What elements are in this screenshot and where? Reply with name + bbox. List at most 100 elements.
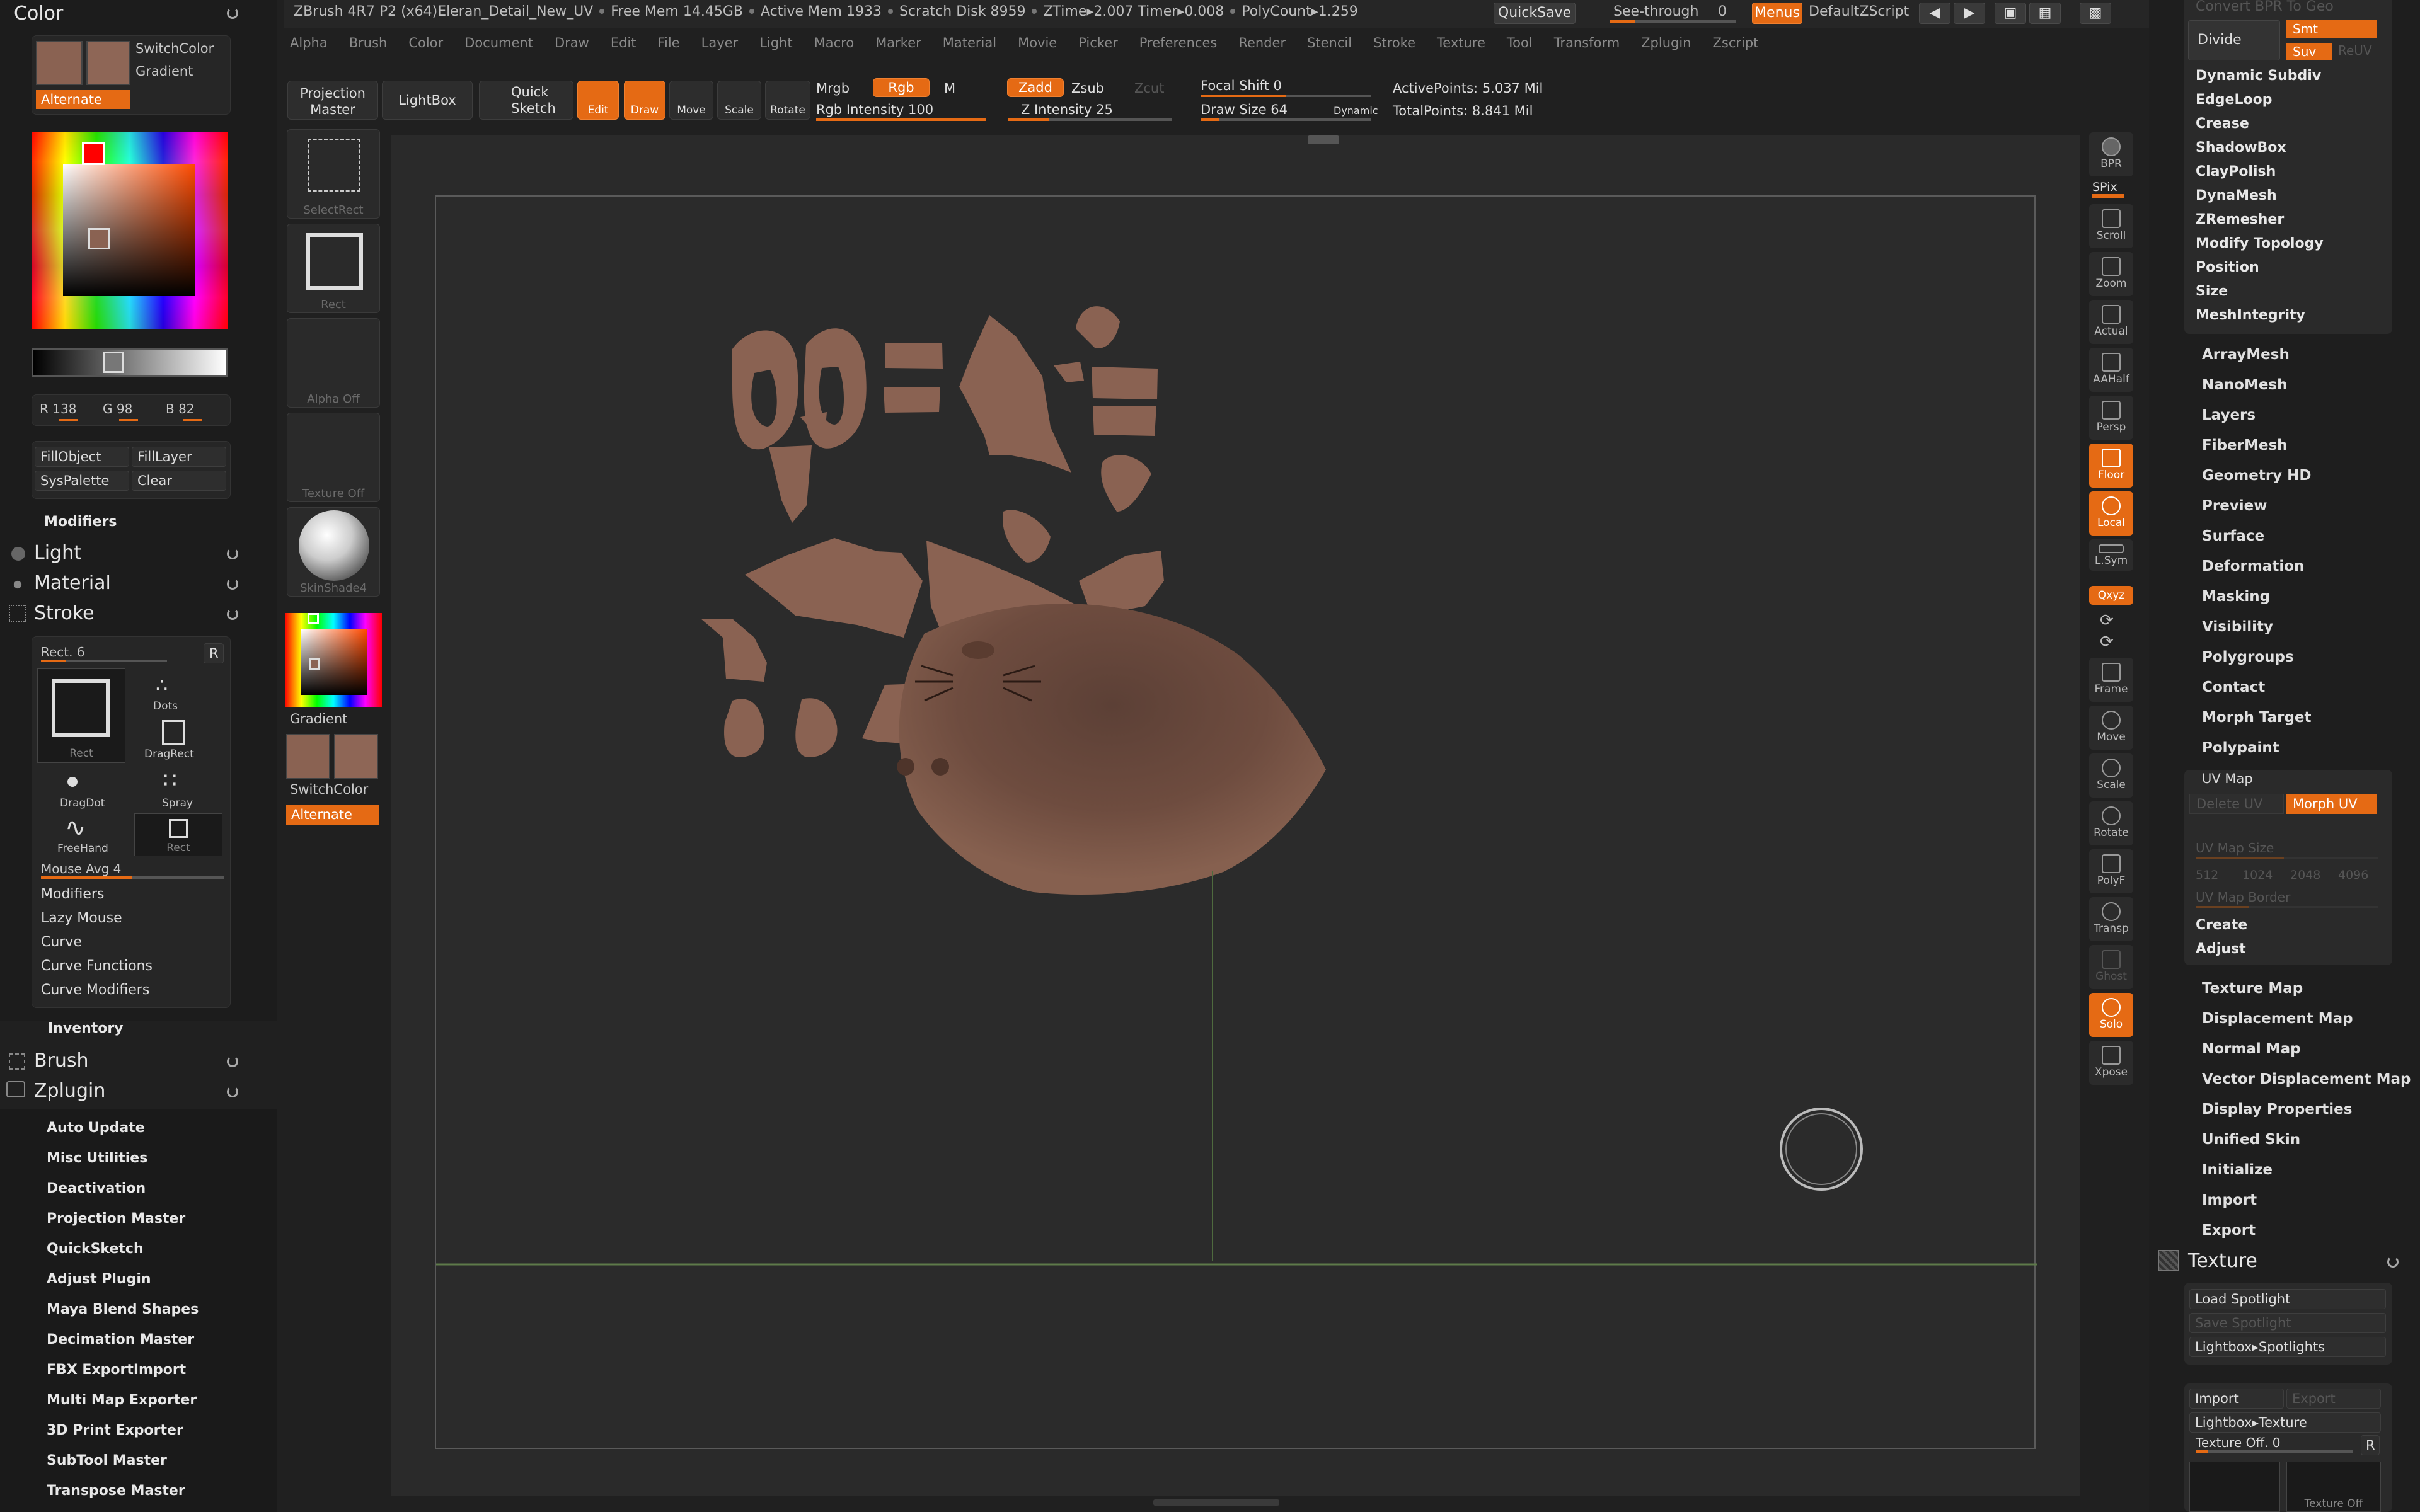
z-intensity-slider[interactable] — [1008, 118, 1172, 121]
value-slider[interactable] — [32, 348, 228, 377]
menu-file[interactable]: File — [657, 35, 679, 50]
uv-size-512[interactable]: 512 — [2196, 868, 2218, 882]
rotate-y-icon[interactable]: ⟳ — [2100, 611, 2114, 630]
polyf-button[interactable]: PolyF — [2089, 849, 2133, 893]
lsym-button[interactable]: L.Sym — [2089, 539, 2133, 571]
see-through-slider[interactable] — [1610, 20, 1736, 23]
uv-map-title[interactable]: UV Map — [2202, 771, 2253, 786]
floor-button[interactable]: Floor — [2089, 444, 2133, 488]
adjust-button[interactable]: Adjust — [2196, 941, 2246, 957]
plugin-multi-map-exporter[interactable]: Multi Map Exporter — [47, 1392, 197, 1408]
draw-size-slider[interactable] — [1201, 118, 1371, 121]
plugin-3d-print-exporter[interactable]: 3D Print Exporter — [47, 1423, 183, 1438]
menu-zplugin[interactable]: Zplugin — [1641, 35, 1691, 50]
zremesher[interactable]: ZRemesher — [2196, 212, 2284, 227]
clear-button[interactable]: Clear — [132, 471, 226, 491]
divide-button[interactable]: Divide — [2188, 20, 2280, 60]
menu-render[interactable]: Render — [1238, 35, 1286, 50]
zsub-button[interactable]: Zsub — [1071, 81, 1104, 96]
display-properties[interactable]: Display Properties — [2202, 1101, 2352, 1118]
uv-map-size-slider[interactable] — [2196, 857, 2378, 859]
gradient-button[interactable]: Gradient — [135, 64, 193, 79]
geometry-hd[interactable]: Geometry HD — [2202, 467, 2312, 484]
r-button[interactable]: R — [204, 643, 224, 663]
freehand-icon[interactable]: ∿ — [65, 813, 86, 842]
brush-refresh-icon[interactable] — [227, 1056, 238, 1067]
canvas-top-handle[interactable] — [1308, 135, 1339, 144]
switch-color-button[interactable]: SwitchColor — [135, 41, 214, 56]
texture-thumb-right[interactable]: Texture Off — [2286, 1462, 2381, 1512]
quicksave-button[interactable]: QuickSave — [1494, 3, 1576, 24]
shelf-switch-color[interactable]: SwitchColor — [290, 782, 368, 797]
zadd-button[interactable]: Zadd — [1007, 78, 1064, 97]
lock-icon[interactable]: ▩ — [2080, 3, 2111, 24]
texture-palette[interactable]: Texture — [2188, 1250, 2257, 1272]
normal-map[interactable]: Normal Map — [2202, 1041, 2301, 1057]
fibermesh[interactable]: FiberMesh — [2202, 437, 2288, 454]
next-arrows-icon[interactable]: ▶ — [1954, 3, 1985, 24]
frame-button[interactable]: Frame — [2089, 658, 2133, 702]
menu-texture[interactable]: Texture — [1437, 35, 1485, 50]
rect-stroke-button[interactable]: Rect — [134, 813, 222, 856]
menu-document[interactable]: Document — [464, 35, 533, 50]
hue-ring[interactable] — [32, 132, 228, 329]
delete-uv-button[interactable]: Delete UV — [2189, 794, 2284, 814]
uv-size-2048[interactable]: 2048 — [2290, 868, 2320, 882]
texture-button[interactable]: Texture Off — [287, 413, 380, 502]
menu-stroke[interactable]: Stroke — [1373, 35, 1415, 50]
plugin-deactivation[interactable]: Deactivation — [47, 1181, 146, 1196]
curve-modifiers[interactable]: Curve Modifiers — [41, 982, 149, 998]
lightbox-texture-button[interactable]: Lightbox▸Texture — [2189, 1412, 2381, 1433]
default-script[interactable]: DefaultZScript — [1809, 4, 1909, 20]
deformation[interactable]: Deformation — [2202, 558, 2304, 575]
material-palette[interactable]: Material — [34, 572, 111, 594]
texture-map[interactable]: Texture Map — [2202, 980, 2303, 997]
alpha-button[interactable]: Alpha Off — [287, 318, 380, 408]
lightbox-spotlights-button[interactable]: Lightbox▸Spotlights — [2189, 1337, 2386, 1357]
curve-functions[interactable]: Curve Functions — [41, 958, 153, 974]
texture-refresh-icon[interactable] — [2387, 1256, 2399, 1268]
visibility[interactable]: Visibility — [2202, 619, 2273, 635]
modifiers-subpalette[interactable]: Modifiers — [44, 514, 117, 530]
menu-zscript[interactable]: Zscript — [1713, 35, 1759, 50]
spix-slider[interactable] — [2092, 194, 2124, 198]
shelf-secondary-swatch[interactable] — [334, 734, 378, 779]
uv-map-border-slider[interactable] — [2196, 906, 2378, 908]
projection-master-button[interactable]: Projection Master — [287, 81, 378, 120]
save-spotlight-button[interactable]: Save Spotlight — [2189, 1313, 2386, 1333]
brush-palette[interactable]: Brush — [34, 1050, 89, 1072]
secondary-color-swatch[interactable] — [86, 41, 130, 85]
dynamic-toggle[interactable]: Dynamic — [1334, 105, 1378, 117]
smt-toggle[interactable]: Smt — [2286, 20, 2377, 38]
document-canvas[interactable] — [435, 195, 2037, 1449]
menu-macro[interactable]: Macro — [814, 35, 855, 50]
texture-off-slider[interactable] — [2196, 1450, 2353, 1453]
xpose-button[interactable]: Xpose — [2089, 1041, 2133, 1085]
import-tool[interactable]: Import — [2202, 1192, 2257, 1208]
shelf-main-swatch[interactable] — [286, 734, 330, 779]
modify-topology[interactable]: Modify Topology — [2196, 236, 2324, 251]
rotate-view-button[interactable]: Rotate — [2089, 801, 2133, 845]
plugin-quicksketch[interactable]: QuickSketch — [47, 1241, 144, 1257]
light-palette[interactable]: Light — [34, 542, 81, 564]
plugin-adjust-plugin[interactable]: Adjust Plugin — [47, 1271, 151, 1287]
focal-shift-slider[interactable] — [1201, 94, 1371, 97]
zoom-button[interactable]: Zoom — [2089, 252, 2133, 296]
refresh-icon[interactable] — [227, 8, 238, 19]
displacement-map[interactable]: Displacement Map — [2202, 1011, 2353, 1027]
aahalf-button[interactable]: AAHalf — [2089, 348, 2133, 392]
dynamesh[interactable]: DynaMesh — [2196, 188, 2277, 203]
rect-slider[interactable] — [41, 660, 167, 662]
current-stroke-thumb[interactable]: Rect — [37, 668, 125, 763]
transp-button[interactable]: Transp — [2089, 897, 2133, 941]
menu-color[interactable]: Color — [408, 35, 443, 50]
fill-object-button[interactable]: FillObject — [35, 447, 129, 467]
plugin-auto-update[interactable]: Auto Update — [47, 1120, 145, 1136]
solo-button[interactable]: Solo — [2089, 993, 2133, 1037]
plugin-misc-utilities[interactable]: Misc Utilities — [47, 1150, 147, 1166]
green-value[interactable]: G 98 — [103, 401, 132, 416]
layers[interactable]: Layers — [2202, 407, 2256, 423]
mini-color-picker[interactable] — [285, 613, 382, 707]
lazy-mouse[interactable]: Lazy Mouse — [41, 910, 122, 926]
plugin-fbx-exportimport[interactable]: FBX ExportImport — [47, 1362, 186, 1378]
